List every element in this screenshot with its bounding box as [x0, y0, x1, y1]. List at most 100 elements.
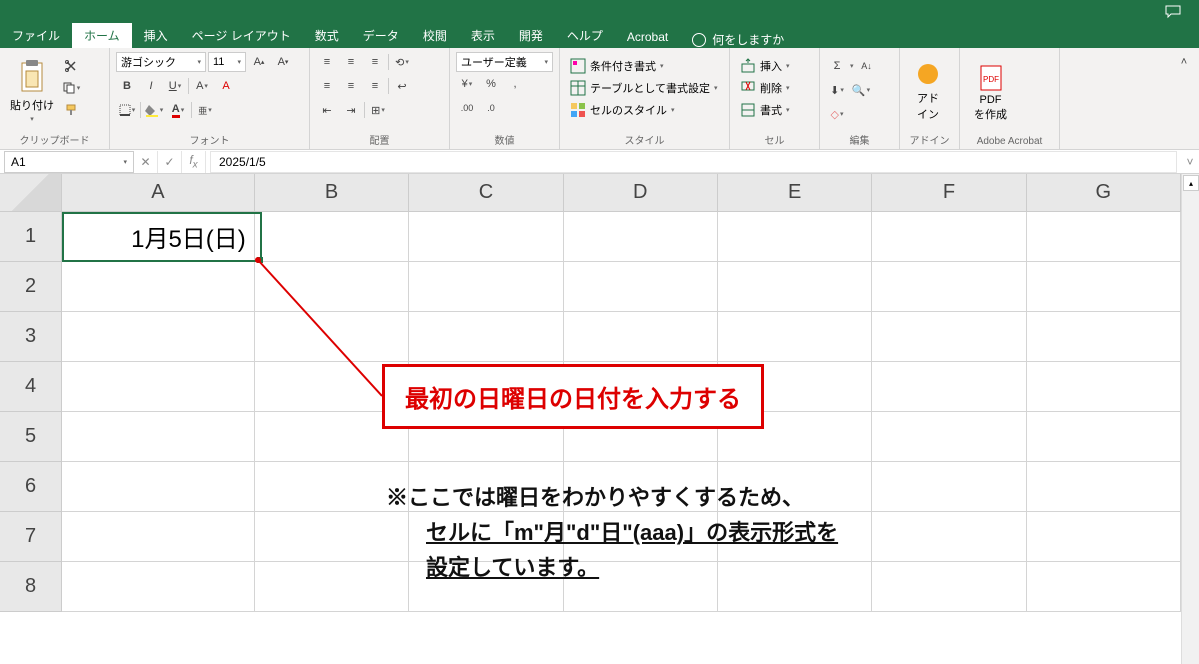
- cell[interactable]: [718, 212, 872, 262]
- align-bottom-button[interactable]: ≡: [364, 52, 386, 72]
- fill-color-button[interactable]: [143, 100, 165, 120]
- scroll-up-button[interactable]: ▴: [1183, 175, 1199, 191]
- font-color-button[interactable]: A: [167, 100, 189, 120]
- tab-help[interactable]: ヘルプ: [555, 23, 615, 48]
- cell[interactable]: [1027, 462, 1181, 512]
- find-button[interactable]: 🔍: [850, 80, 872, 100]
- tab-file[interactable]: ファイル: [0, 23, 72, 48]
- sort-button[interactable]: A↓: [856, 56, 878, 76]
- decrease-indent-button[interactable]: ⇤: [316, 100, 338, 120]
- cell[interactable]: [1027, 312, 1181, 362]
- cell[interactable]: [718, 262, 872, 312]
- cell[interactable]: [564, 312, 718, 362]
- cell[interactable]: 1月5日(日): [62, 212, 255, 262]
- row-header[interactable]: 8: [0, 562, 61, 612]
- cell[interactable]: [872, 262, 1026, 312]
- cell[interactable]: [872, 212, 1026, 262]
- cut-button[interactable]: [60, 56, 82, 76]
- row-header[interactable]: 3: [0, 312, 61, 362]
- cell[interactable]: [872, 462, 1026, 512]
- enter-formula-button[interactable]: ✓: [158, 151, 182, 173]
- column-header[interactable]: G: [1027, 174, 1181, 211]
- tab-pagelayout[interactable]: ページ レイアウト: [180, 23, 303, 48]
- cell[interactable]: [872, 512, 1026, 562]
- column-header[interactable]: D: [564, 174, 718, 211]
- cell[interactable]: [62, 512, 255, 562]
- delete-cells-button[interactable]: 削除▾: [736, 78, 813, 98]
- percent-button[interactable]: %: [480, 74, 502, 94]
- tab-acrobat[interactable]: Acrobat: [615, 26, 680, 48]
- column-header[interactable]: C: [409, 174, 563, 211]
- format-cells-button[interactable]: 書式▾: [736, 100, 813, 120]
- collapse-ribbon-button[interactable]: ˄: [1173, 52, 1195, 72]
- cell[interactable]: [255, 212, 409, 262]
- cancel-formula-button[interactable]: ✕: [134, 151, 158, 173]
- cell[interactable]: [872, 412, 1026, 462]
- autosum-button[interactable]: Σ: [826, 56, 848, 76]
- tab-review[interactable]: 校閲: [411, 23, 459, 48]
- currency-button[interactable]: ¥: [456, 74, 478, 94]
- cell[interactable]: [62, 312, 255, 362]
- align-center-button[interactable]: ≡: [340, 76, 362, 96]
- cell[interactable]: [872, 562, 1026, 612]
- tab-insert[interactable]: 挿入: [132, 23, 180, 48]
- underline-button[interactable]: U: [164, 76, 186, 96]
- wrap-text-button[interactable]: ↩: [391, 76, 413, 96]
- font-accent-button[interactable]: A: [215, 76, 237, 96]
- cell[interactable]: [409, 262, 563, 312]
- font-size-select[interactable]: 11▾: [208, 52, 246, 72]
- cell[interactable]: [718, 312, 872, 362]
- column-header[interactable]: A: [62, 174, 255, 211]
- cell[interactable]: [409, 212, 563, 262]
- addin-button[interactable]: アド イン: [906, 52, 950, 130]
- select-all-corner[interactable]: [0, 174, 62, 212]
- ruby-button[interactable]: A: [191, 76, 213, 96]
- cell[interactable]: [1027, 362, 1181, 412]
- vertical-scrollbar[interactable]: ▴: [1181, 174, 1199, 664]
- cell[interactable]: [1027, 512, 1181, 562]
- border-button[interactable]: [116, 100, 138, 120]
- orientation-button[interactable]: ⟲: [391, 52, 413, 72]
- tab-home[interactable]: ホーム: [72, 23, 132, 48]
- format-painter-button[interactable]: [60, 100, 82, 120]
- paste-button[interactable]: 貼り付け ▾: [6, 52, 58, 130]
- cell[interactable]: [409, 312, 563, 362]
- increase-decimal-button[interactable]: .00: [456, 98, 478, 118]
- row-header[interactable]: 5: [0, 412, 61, 462]
- cell[interactable]: [255, 262, 409, 312]
- cell[interactable]: [62, 362, 255, 412]
- merge-button[interactable]: ⊞: [367, 100, 389, 120]
- clear-button[interactable]: ◇: [826, 104, 848, 124]
- cell[interactable]: [564, 212, 718, 262]
- pdf-button[interactable]: PDF PDF を作成: [966, 52, 1015, 134]
- tab-view[interactable]: 表示: [459, 23, 507, 48]
- column-header[interactable]: E: [718, 174, 872, 211]
- row-header[interactable]: 2: [0, 262, 61, 312]
- align-middle-button[interactable]: ≡: [340, 52, 362, 72]
- column-header[interactable]: F: [872, 174, 1026, 211]
- cell[interactable]: [564, 262, 718, 312]
- name-box[interactable]: A1▾: [4, 151, 134, 173]
- format-table-button[interactable]: テーブルとして書式設定▾: [566, 78, 723, 98]
- conditional-format-button[interactable]: 条件付き書式▾: [566, 56, 723, 76]
- decrease-decimal-button[interactable]: .0: [480, 98, 502, 118]
- expand-formula-button[interactable]: ˅: [1181, 155, 1199, 169]
- align-top-button[interactable]: ≡: [316, 52, 338, 72]
- phonetic-button[interactable]: 亜: [194, 100, 216, 120]
- insert-cells-button[interactable]: 挿入▾: [736, 56, 813, 76]
- column-header[interactable]: B: [255, 174, 409, 211]
- cell[interactable]: [1027, 412, 1181, 462]
- tab-developer[interactable]: 開発: [507, 23, 555, 48]
- fill-button[interactable]: ⬇: [826, 80, 848, 100]
- increase-font-button[interactable]: A▴: [248, 52, 270, 72]
- row-header[interactable]: 4: [0, 362, 61, 412]
- cell[interactable]: [62, 462, 255, 512]
- cell-styles-button[interactable]: セルのスタイル▾: [566, 100, 723, 120]
- formula-input[interactable]: 2025/1/5: [210, 151, 1177, 173]
- tab-data[interactable]: データ: [351, 23, 411, 48]
- comma-button[interactable]: ,: [504, 74, 526, 94]
- copy-button[interactable]: [60, 78, 82, 98]
- tab-formulas[interactable]: 数式: [303, 23, 351, 48]
- font-name-select[interactable]: 游ゴシック▾: [116, 52, 206, 72]
- decrease-font-button[interactable]: A▾: [272, 52, 294, 72]
